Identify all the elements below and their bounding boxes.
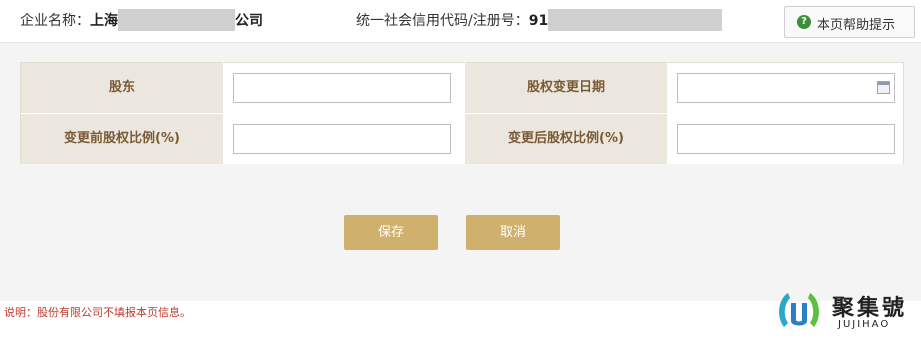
change-date-label: 股权变更日期 xyxy=(465,63,667,113)
header-bar: 企业名称：上海 公司 统一社会信用代码/注册号：91 ? 本页帮助提示 xyxy=(0,0,921,43)
credit-code-prefix: 91 xyxy=(528,13,549,29)
shareholder-input[interactable] xyxy=(233,73,451,103)
shareholder-cell xyxy=(223,63,465,113)
redacted-block xyxy=(548,8,723,31)
change-date-cell xyxy=(667,63,903,113)
equity-change-form: 股东 股权变更日期 变更前股权比例(%) 变更后股权比例(%) xyxy=(20,62,904,164)
watermark-pinyin: JUJIHAO xyxy=(838,319,891,330)
company-name-field: 企业名称：上海 公司 xyxy=(20,8,263,31)
save-button[interactable]: 保存 xyxy=(344,215,438,250)
company-name-suffix: 公司 xyxy=(235,13,263,29)
question-circle-icon: ? xyxy=(797,15,811,29)
credit-code-field: 统一社会信用代码/注册号：91 xyxy=(356,8,723,31)
company-name-label: 企业名称： xyxy=(20,13,90,29)
change-date-input[interactable] xyxy=(677,73,895,103)
note-text: 说明：股份有限公司不填报本页信息。 xyxy=(4,306,191,319)
credit-code-label: 统一社会信用代码/注册号： xyxy=(356,13,529,29)
form-panel: 股东 股权变更日期 变更前股权比例(%) 变更后股权比例(%) 保存 取消 xyxy=(0,43,921,301)
after-ratio-cell xyxy=(667,114,903,164)
before-ratio-cell xyxy=(223,114,465,164)
after-ratio-input[interactable] xyxy=(677,124,895,154)
before-ratio-input[interactable] xyxy=(233,124,451,154)
company-name-prefix: 上海 xyxy=(90,13,118,29)
help-button-label: 本页帮助提示 xyxy=(817,18,896,33)
watermark-logo: 聚集號 JUJIHAO xyxy=(774,288,914,336)
shareholder-label: 股东 xyxy=(21,63,223,113)
calendar-icon[interactable] xyxy=(877,81,890,94)
redacted-block xyxy=(118,8,235,31)
before-ratio-label: 变更前股权比例(%) xyxy=(21,114,223,164)
after-ratio-label: 变更后股权比例(%) xyxy=(465,114,667,164)
jujihao-logo-icon xyxy=(779,293,819,327)
help-button[interactable]: ? 本页帮助提示 xyxy=(784,6,915,38)
cancel-button[interactable]: 取消 xyxy=(466,215,560,250)
watermark-name: 聚集號 xyxy=(832,295,908,321)
